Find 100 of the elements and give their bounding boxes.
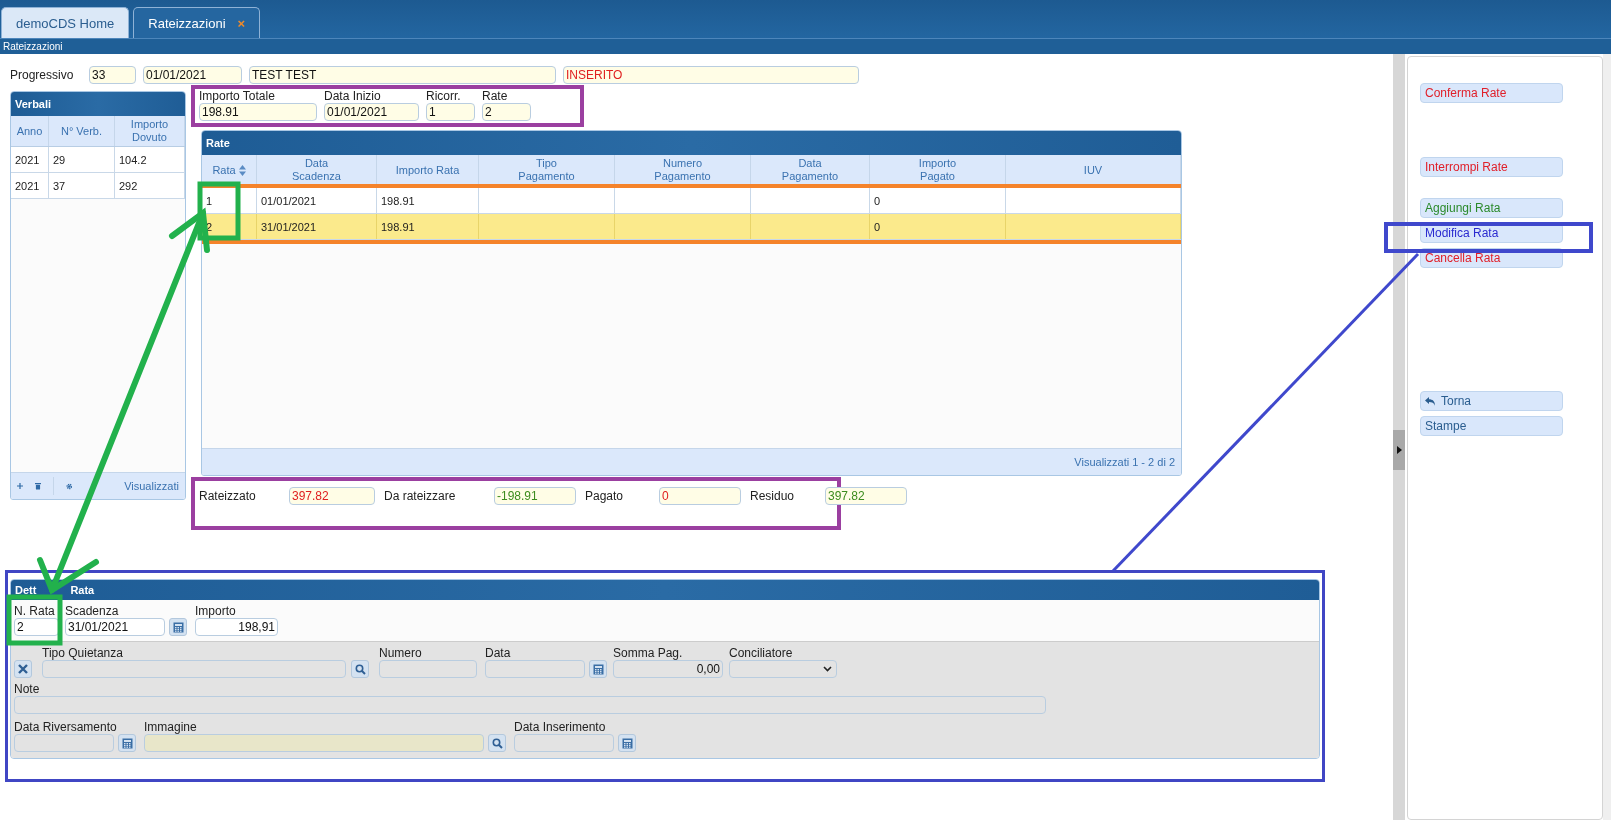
close-icon bbox=[18, 664, 28, 674]
input-field[interactable]: 1 bbox=[426, 103, 475, 121]
field-label: Importo bbox=[195, 604, 237, 618]
input-field[interactable]: 2 bbox=[14, 618, 59, 636]
input-field[interactable]: 198,91 bbox=[195, 618, 278, 636]
triangle-right-icon bbox=[1396, 446, 1402, 454]
pager-text: Visualizzati 1 - 2 di 2 bbox=[1074, 456, 1175, 468]
annotation-box bbox=[6, 594, 63, 646]
column-header[interactable]: Importo Dovuto bbox=[115, 116, 185, 146]
table-cell: 01/01/2021 bbox=[261, 194, 317, 207]
field-label: Da rateizzare bbox=[384, 489, 457, 503]
field-label: Scadenza bbox=[65, 604, 120, 618]
input-field[interactable] bbox=[379, 660, 477, 678]
input-field[interactable]: 198.91 bbox=[199, 103, 317, 121]
table-cell: 37 bbox=[49, 173, 115, 198]
tab[interactable]: Rateizzazioni × bbox=[133, 7, 261, 38]
field-label: Residuo bbox=[750, 489, 796, 503]
column-header[interactable]: N° Verb. bbox=[49, 116, 115, 146]
date-field[interactable] bbox=[14, 734, 114, 752]
note-field[interactable] bbox=[14, 696, 1046, 714]
field-label: Data Inserimento bbox=[514, 720, 607, 734]
annotation-box bbox=[197, 181, 241, 241]
action-button[interactable]: Conferma Rate bbox=[1420, 83, 1563, 103]
column-header[interactable]: Rata bbox=[202, 155, 257, 185]
table-cell: 31/01/2021 bbox=[261, 220, 317, 233]
clear-button[interactable] bbox=[14, 660, 32, 678]
trash-icon[interactable] bbox=[35, 480, 41, 492]
panel-title: Dett bbox=[15, 584, 37, 596]
table-cell: 29 bbox=[49, 147, 115, 172]
date-field[interactable]: 01/01/2021 bbox=[143, 66, 242, 84]
add-icon[interactable] bbox=[17, 481, 23, 491]
panel-title: Rate bbox=[202, 131, 1181, 155]
calendar-button[interactable] bbox=[169, 618, 187, 636]
close-icon[interactable]: × bbox=[237, 15, 246, 31]
table-row[interactable]: 1 01/01/2021 198.91 0 bbox=[202, 188, 1181, 214]
field-label: Conciliatore bbox=[729, 646, 794, 660]
calculator-icon bbox=[172, 621, 184, 633]
calendar-button[interactable] bbox=[618, 734, 636, 752]
breadcrumb: Rateizzazioni bbox=[0, 38, 1611, 54]
field-label: Pagato bbox=[585, 489, 625, 503]
table-cell: 0 bbox=[874, 194, 881, 207]
sort-icon bbox=[238, 164, 246, 176]
column-header[interactable]: IUV bbox=[1006, 155, 1181, 185]
column-header[interactable]: Data Pagamento bbox=[751, 155, 870, 185]
column-header[interactable]: Importo Rata bbox=[377, 155, 479, 185]
progressivo-field[interactable]: 33 bbox=[89, 66, 136, 84]
action-button[interactable]: Stampe bbox=[1420, 416, 1563, 436]
panel-title: Verbali bbox=[11, 92, 185, 116]
panel-title: Rata bbox=[70, 584, 95, 596]
name-field[interactable]: TEST TEST bbox=[249, 66, 556, 84]
date-field[interactable] bbox=[485, 660, 585, 678]
field-label: Numero bbox=[379, 646, 423, 660]
input-field[interactable]: 2 bbox=[482, 103, 531, 121]
action-button[interactable]: Torna bbox=[1420, 391, 1563, 411]
collapse-handle[interactable] bbox=[1393, 430, 1405, 470]
calculator-icon bbox=[621, 737, 633, 749]
field-label: Importo Totale bbox=[199, 89, 276, 103]
search-button[interactable] bbox=[351, 660, 369, 678]
field-label: N. Rata bbox=[14, 604, 56, 618]
field-label: Rate bbox=[482, 89, 509, 103]
total-field[interactable]: -198.91 bbox=[494, 487, 576, 505]
field-label: Tipo Quietanza bbox=[42, 646, 124, 660]
total-field[interactable]: 397.82 bbox=[289, 487, 375, 505]
input-field[interactable]: 01/01/2021 bbox=[324, 103, 419, 121]
total-field[interactable]: 397.82 bbox=[825, 487, 907, 505]
date-field[interactable] bbox=[514, 734, 614, 752]
calendar-button[interactable] bbox=[589, 660, 607, 678]
image-field[interactable] bbox=[144, 734, 484, 752]
search-icon bbox=[491, 737, 503, 749]
table-cell: 198.91 bbox=[381, 220, 415, 233]
field-label: Immagine bbox=[144, 720, 198, 734]
back-arrow-icon bbox=[1425, 396, 1435, 406]
table-cell: 2021 bbox=[11, 173, 49, 198]
chevron-icon bbox=[823, 666, 832, 672]
calculator-icon bbox=[121, 737, 133, 749]
table-cell: 198.91 bbox=[381, 194, 415, 207]
calculator-icon bbox=[592, 663, 604, 675]
table-cell: 2021 bbox=[11, 147, 49, 172]
field-label: Data bbox=[485, 646, 512, 660]
input-field[interactable]: 0,00 bbox=[613, 660, 723, 678]
table-cell: 292 bbox=[115, 173, 185, 198]
field-label: Note bbox=[14, 682, 41, 696]
action-button[interactable]: Interrompi Rate bbox=[1420, 157, 1563, 177]
total-field[interactable]: 0 bbox=[659, 487, 741, 505]
input-field[interactable] bbox=[42, 660, 346, 678]
table-cell: 1 bbox=[206, 194, 213, 207]
field-label: Data Inizio bbox=[324, 89, 382, 103]
status-field[interactable]: INSERITO bbox=[563, 66, 859, 84]
column-header[interactable]: Numero Pagamento bbox=[615, 155, 751, 185]
field-label: Data Riversamento bbox=[14, 720, 118, 734]
tab[interactable]: demoCDS Home bbox=[1, 7, 130, 38]
column-header[interactable]: Data Scadenza bbox=[257, 155, 377, 185]
date-field[interactable]: 31/01/2021 bbox=[65, 618, 165, 636]
column-header[interactable]: Anno bbox=[11, 116, 49, 146]
search-button[interactable] bbox=[488, 734, 506, 752]
calendar-button[interactable] bbox=[118, 734, 136, 752]
action-button[interactable]: Aggiungi Rata bbox=[1420, 198, 1563, 218]
column-header[interactable]: Tipo Pagamento bbox=[479, 155, 615, 185]
column-header[interactable]: Importo Pagato bbox=[870, 155, 1006, 185]
field-label: Somma Pag. bbox=[613, 646, 684, 660]
